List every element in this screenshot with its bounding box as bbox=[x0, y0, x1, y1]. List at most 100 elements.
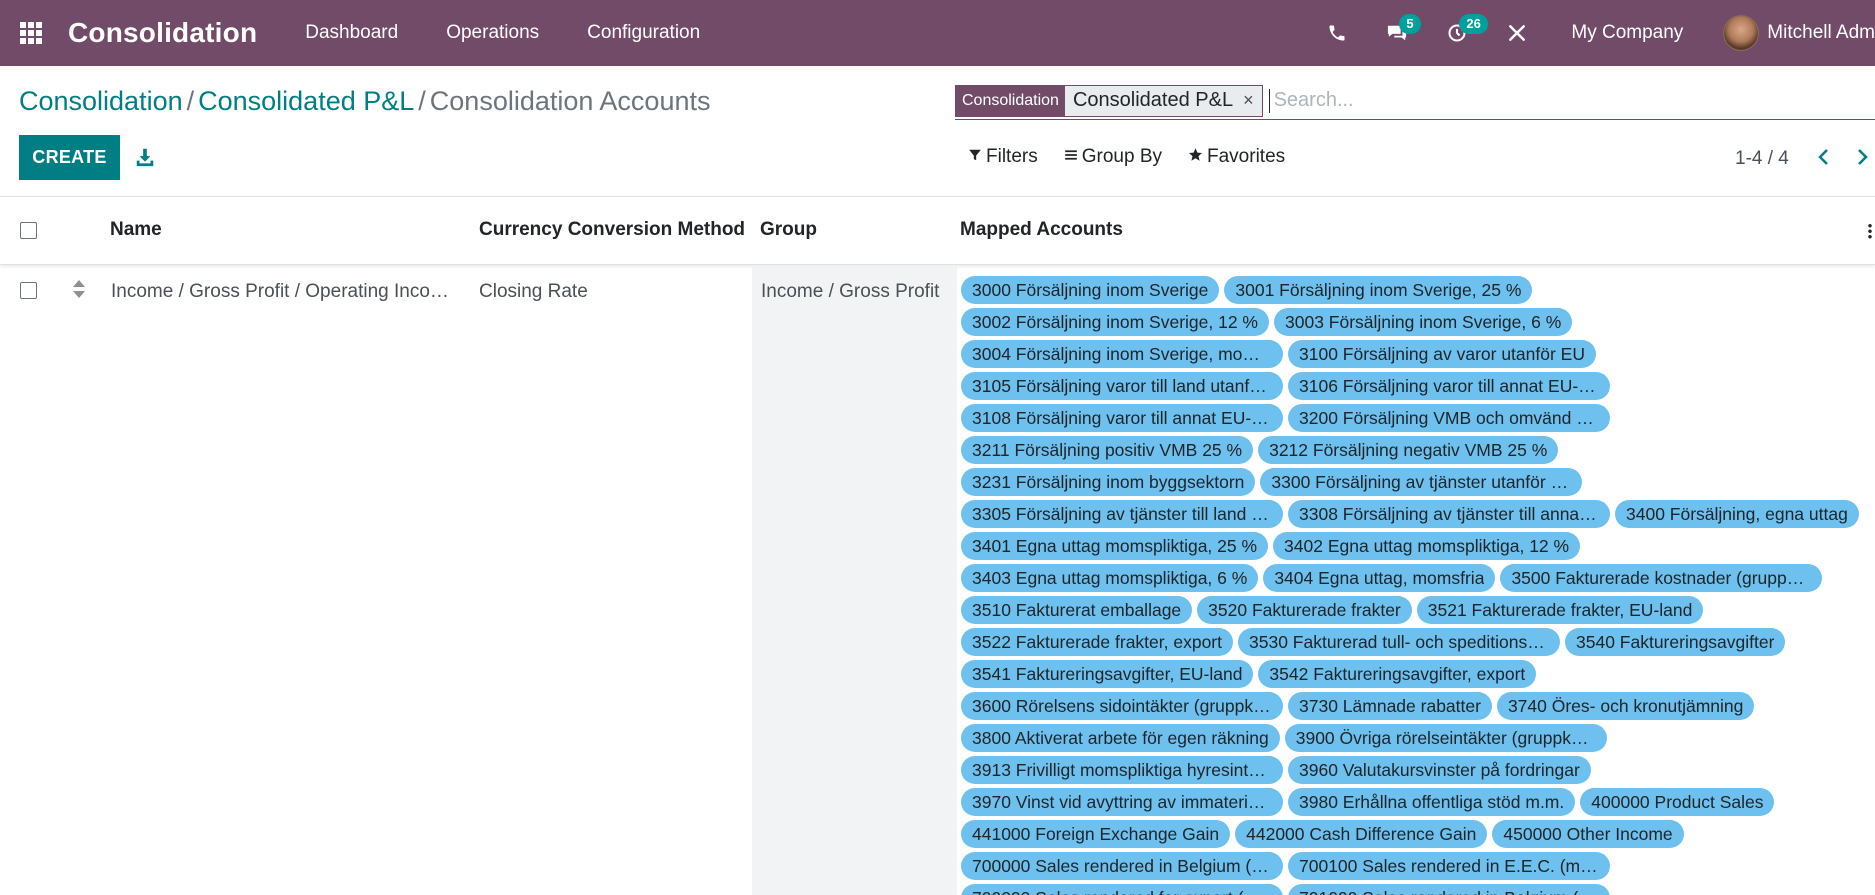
phone-icon[interactable] bbox=[1307, 0, 1367, 66]
account-tag-label: 3305 Försäljning av tjänster till land u… bbox=[972, 503, 1272, 524]
create-button[interactable]: CREATE bbox=[19, 135, 120, 180]
account-tag[interactable]: 3520 Fakturerade frakter bbox=[1197, 596, 1412, 624]
account-tag[interactable]: 700100 Sales rendered in E.E.C. (marchan… bbox=[1288, 852, 1610, 880]
account-tag-label: 700100 Sales rendered in E.E.C. (marchan… bbox=[1299, 855, 1599, 876]
account-tag[interactable]: 3542 Faktureringsavgifter, export bbox=[1258, 660, 1537, 688]
account-tag-label: 3106 Försäljning varor till annat EU-lan… bbox=[1299, 375, 1599, 396]
search-input[interactable] bbox=[1268, 88, 1769, 113]
filters-label: Filters bbox=[986, 146, 1038, 167]
account-tag-label: 3740 Öres- och kronutjämning bbox=[1507, 695, 1744, 716]
table-row[interactable]: Income / Gross Profit / Operating Income… bbox=[0, 266, 1875, 895]
account-tag[interactable]: 3530 Fakturerad tull- och speditionskost… bbox=[1238, 628, 1560, 656]
account-tag[interactable]: 3980 Erhållna offentliga stöd m.m. bbox=[1288, 788, 1576, 816]
account-tag[interactable]: 3740 Öres- och kronutjämning bbox=[1496, 692, 1755, 720]
column-options-icon[interactable] bbox=[1868, 223, 1872, 239]
account-tag[interactable]: 3212 Försäljning negativ VMB 25 % bbox=[1258, 436, 1559, 464]
company-switcher[interactable]: My Company bbox=[1547, 22, 1707, 44]
account-tag[interactable]: 3001 Försäljning inom Sverige, 25 % bbox=[1224, 276, 1533, 304]
search-bar: Consolidation Consolidated P&L × bbox=[955, 82, 1875, 120]
account-tag[interactable]: 3521 Fakturerade frakter, EU-land bbox=[1416, 596, 1704, 624]
account-tag-label: 3402 Egna uttag momspliktiga, 12 % bbox=[1284, 535, 1570, 556]
account-tag[interactable]: 3231 Försäljning inom byggsektorn bbox=[961, 468, 1256, 496]
account-tag-label: 3300 Försäljning av tjänster utanför EU bbox=[1271, 471, 1572, 492]
account-tag-label: 3541 Faktureringsavgifter, EU-land bbox=[972, 663, 1243, 684]
favorites-toggle[interactable]: Favorites bbox=[1188, 146, 1285, 168]
account-tag[interactable]: 3403 Egna uttag momspliktiga, 6 % bbox=[961, 564, 1259, 592]
pager-value[interactable]: 1-4 / 4 bbox=[1735, 148, 1789, 170]
account-tag[interactable]: 3541 Faktureringsavgifter, EU-land bbox=[961, 660, 1254, 688]
account-tag-label: 3002 Försäljning inom Sverige, 12 % bbox=[972, 311, 1258, 332]
account-tag[interactable]: 3211 Försäljning positiv VMB 25 % bbox=[961, 436, 1254, 464]
column-mapped-accounts[interactable]: Mapped Accounts bbox=[960, 219, 1123, 241]
account-tag[interactable]: 3730 Lämnade rabatter bbox=[1288, 692, 1492, 720]
column-currency-method[interactable]: Currency Conversion Method bbox=[479, 219, 745, 241]
account-tag[interactable]: 3308 Försäljning av tjänster till annat … bbox=[1288, 500, 1610, 528]
account-tag-label: 700000 Sales rendered in Belgium (marcha… bbox=[972, 855, 1272, 876]
pager-next-icon[interactable] bbox=[1857, 146, 1869, 172]
cell-group-value: Income / Gross Profit bbox=[761, 281, 940, 302]
tag-line: 3211 Försäljning positiv VMB 25 % 3212 Fö… bbox=[961, 434, 1871, 466]
groupby-toggle[interactable]: Group By bbox=[1064, 146, 1162, 168]
pager-previous-icon[interactable] bbox=[1817, 146, 1829, 172]
account-tag[interactable]: 3200 Försäljning VMB och omvänd moms bbox=[1288, 404, 1610, 432]
account-tag[interactable]: 3800 Aktiverat arbete för egen räkning bbox=[961, 724, 1280, 752]
account-tag-label: 3400 Försäljning, egna uttag bbox=[1626, 503, 1848, 524]
breadcrumb-consolidation[interactable]: Consolidation bbox=[19, 86, 183, 116]
activities-icon[interactable]: 26 bbox=[1427, 0, 1488, 66]
account-tag[interactable]: 3003 Försäljning inom Sverige, 6 % bbox=[1274, 308, 1573, 336]
account-tag[interactable]: 441000 Foreign Exchange Gain bbox=[961, 820, 1231, 848]
filters-toggle[interactable]: Filters bbox=[968, 146, 1038, 168]
account-tag[interactable]: 3500 Fakturerade kostnader (gruppkonto) bbox=[1500, 564, 1823, 592]
column-group[interactable]: Group bbox=[760, 219, 817, 241]
tag-line: 3401 Egna uttag momspliktiga, 25 % 3402 E… bbox=[961, 530, 1871, 562]
select-all-checkbox[interactable] bbox=[20, 222, 37, 239]
breadcrumb-consolidated-pl[interactable]: Consolidated P&L bbox=[198, 86, 414, 116]
account-tag[interactable]: 3970 Vinst vid avyttring av immateriella bbox=[961, 788, 1283, 816]
column-name[interactable]: Name bbox=[110, 219, 162, 241]
messages-icon[interactable]: 5 bbox=[1367, 0, 1427, 66]
account-tag[interactable]: 400000 Product Sales bbox=[1580, 788, 1775, 816]
account-tag[interactable]: 450000 Other Income bbox=[1492, 820, 1684, 848]
account-tag[interactable]: 3400 Försäljning, egna uttag bbox=[1615, 500, 1859, 528]
account-tag[interactable]: 442000 Cash Difference Gain bbox=[1235, 820, 1488, 848]
menu-configuration[interactable]: Configuration bbox=[563, 0, 724, 66]
account-tag[interactable]: 700200 Sales rendered for export (marcha… bbox=[961, 884, 1283, 895]
row-checkbox[interactable] bbox=[20, 282, 37, 299]
account-tag-label: 700200 Sales rendered for export (marcha… bbox=[972, 888, 1272, 895]
account-tag[interactable]: 700000 Sales rendered in Belgium (marcha… bbox=[961, 852, 1283, 880]
tag-line: 3403 Egna uttag momspliktiga, 6 % 3404 Eg… bbox=[961, 562, 1871, 594]
account-tag[interactable]: 3002 Försäljning inom Sverige, 12 % bbox=[961, 308, 1269, 336]
account-tag[interactable]: 3522 Fakturerade frakter, export bbox=[961, 628, 1233, 656]
account-tag[interactable]: 3000 Försäljning inom Sverige bbox=[961, 276, 1220, 304]
account-tag[interactable]: 3600 Rörelsens sidointäkter (gruppkonto) bbox=[961, 692, 1283, 720]
account-tag[interactable]: 3540 Faktureringsavgifter bbox=[1565, 628, 1786, 656]
account-tag[interactable]: 3106 Försäljning varor till annat EU-lan… bbox=[1288, 372, 1610, 400]
menu-dashboard[interactable]: Dashboard bbox=[281, 0, 422, 66]
account-tag[interactable]: 3404 Egna uttag, momsfria bbox=[1263, 564, 1496, 592]
account-tag[interactable]: 3300 Försäljning av tjänster utanför EU bbox=[1260, 468, 1583, 496]
facet-remove-icon[interactable]: × bbox=[1243, 90, 1254, 111]
account-tag-label: 3100 Försäljning av varor utanför EU bbox=[1299, 343, 1585, 364]
download-icon[interactable] bbox=[134, 146, 156, 168]
account-tag[interactable]: 3900 Övriga rörelseintäkter (gruppkonto) bbox=[1284, 724, 1607, 752]
account-tag[interactable]: 701000 Sales rendered in Belgium (finish… bbox=[1288, 884, 1610, 895]
account-tag[interactable]: 3305 Försäljning av tjänster till land u… bbox=[961, 500, 1283, 528]
menu-operations[interactable]: Operations bbox=[422, 0, 563, 66]
account-tag[interactable]: 3402 Egna uttag momspliktiga, 12 % bbox=[1273, 532, 1581, 560]
account-tag[interactable]: 3401 Egna uttag momspliktiga, 25 % bbox=[961, 532, 1269, 560]
user-menu[interactable]: Mitchell Adm bbox=[1707, 0, 1875, 66]
drag-handle-icon[interactable] bbox=[72, 280, 86, 298]
tag-line: 3970 Vinst vid avyttring av immateriella… bbox=[961, 786, 1871, 818]
facet-category: Consolidation bbox=[956, 85, 1065, 116]
account-tag[interactable]: 3004 Försäljning inom Sverige, momsfri bbox=[961, 340, 1283, 368]
app-title[interactable]: Consolidation bbox=[68, 17, 257, 49]
account-tag[interactable]: 3510 Fakturerat emballage bbox=[961, 596, 1193, 624]
tag-line: 700200 Sales rendered for export (marcha… bbox=[961, 882, 1871, 895]
account-tag[interactable]: 3960 Valutakursvinster på fordringar bbox=[1288, 756, 1591, 784]
account-tag[interactable]: 3108 Försäljning varor till annat EU-lan… bbox=[961, 404, 1283, 432]
apps-menu-icon[interactable] bbox=[0, 0, 62, 66]
debug-tools-icon[interactable] bbox=[1487, 0, 1547, 66]
account-tag[interactable]: 3105 Försäljning varor till land utanför… bbox=[961, 372, 1283, 400]
account-tag[interactable]: 3913 Frivilligt momspliktiga hyresintäkt… bbox=[961, 756, 1283, 784]
account-tag[interactable]: 3100 Försäljning av varor utanför EU bbox=[1288, 340, 1596, 368]
